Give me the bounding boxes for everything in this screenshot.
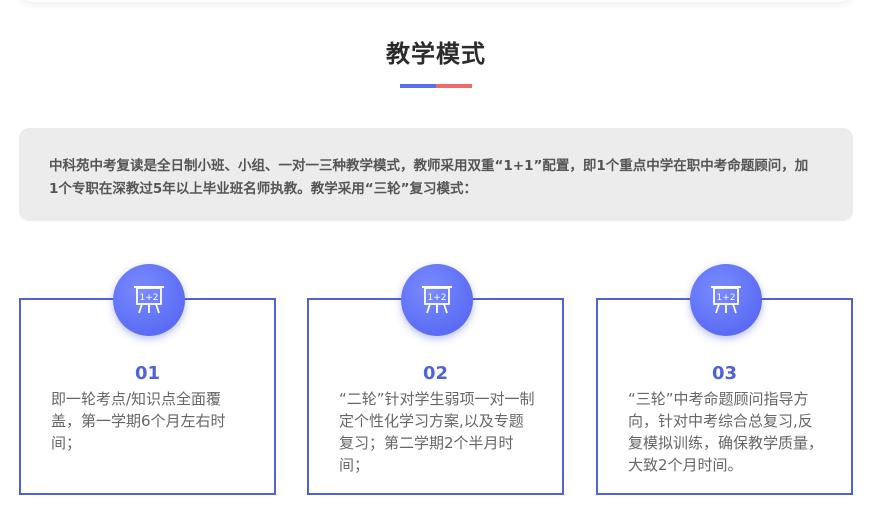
underline-blue [400, 84, 436, 88]
teaching-board-icon: 1+2 [134, 286, 164, 314]
card-number: 03 [711, 363, 738, 384]
card-number: 01 [134, 363, 161, 384]
card-number: 02 [422, 363, 449, 384]
intro-box: 中科苑中考复读是全日制小班、小组、一对一三种教学模式，教师采用双重“1+1”配置… [19, 128, 853, 221]
card-description: “二轮”针对学生弱项一对一制定个性化学习方案,以及专题复习；第二学期2个半月时间… [339, 390, 535, 474]
mode-card-3: 1+2 03 “三轮”中考命题顾问指导方向，针对中考综合总复习,反复模拟训练，确… [596, 264, 853, 495]
underline-red [436, 84, 472, 88]
card-description: “三轮”中考命题顾问指导方向，针对中考综合总复习,反复模拟训练，确保教学质量，大… [628, 390, 824, 474]
intro-text: 中科苑中考复读是全日制小班、小组、一对一三种教学模式，教师采用双重“1+1”配置… [49, 158, 809, 197]
board-label: 1+2 [140, 293, 159, 303]
previous-section-edge [20, 0, 852, 2]
card-icon-badge: 1+2 [690, 264, 762, 336]
card-icon-badge: 1+2 [113, 264, 185, 336]
mode-card-1: 1+2 01 即一轮考点/知识点全面覆盖，第一学期6个月左右时间； [19, 264, 276, 495]
card-icon-badge: 1+2 [401, 264, 473, 336]
board-label: 1+2 [428, 293, 447, 303]
teaching-board-icon: 1+2 [711, 286, 741, 314]
title-underline [400, 84, 472, 88]
card-description: 即一轮考点/知识点全面覆盖，第一学期6个月左右时间； [51, 390, 226, 452]
teaching-board-icon: 1+2 [422, 286, 452, 314]
board-label: 1+2 [717, 293, 736, 303]
section-title: 教学模式 [386, 40, 486, 68]
mode-card-2: 1+2 02 “二轮”针对学生弱项一对一制定个性化学习方案,以及专题复习；第二学… [307, 264, 564, 495]
